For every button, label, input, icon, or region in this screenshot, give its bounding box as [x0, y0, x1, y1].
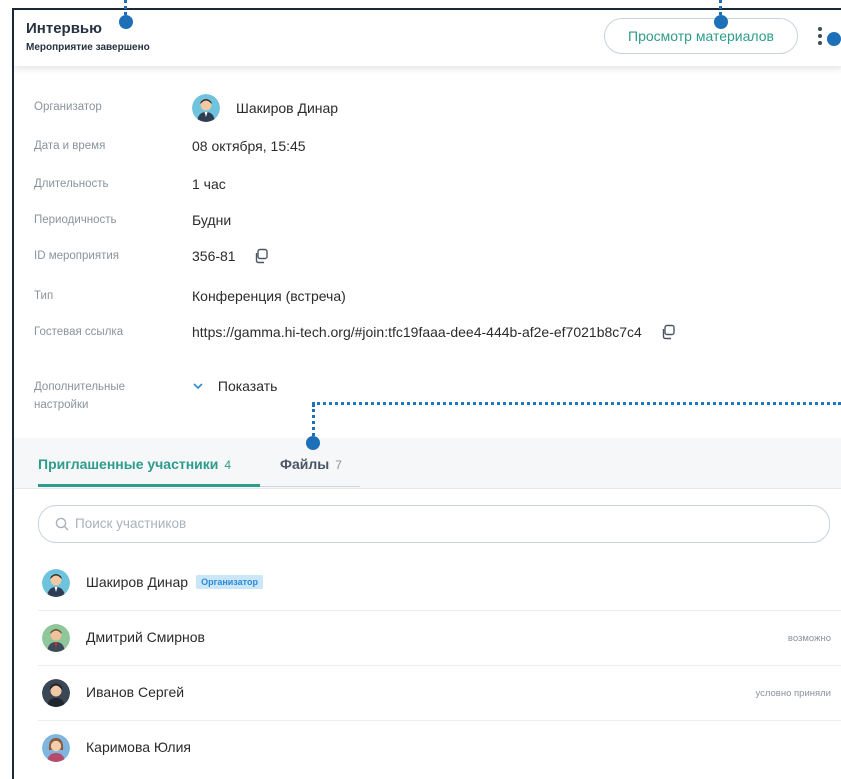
- tab-divider: [260, 486, 360, 487]
- participant-row[interactable]: Дмитрий Смирнов возможно: [38, 611, 841, 666]
- show-settings-label: Показать: [217, 378, 278, 394]
- participant-name: Каримова Юлия: [86, 739, 191, 755]
- duration-value: 1 час: [192, 176, 226, 192]
- participant-name: Дмитрий Смирнов: [86, 629, 205, 645]
- marker-dot: [827, 32, 841, 46]
- view-materials-button[interactable]: Просмотр материалов: [604, 18, 798, 54]
- participant-row[interactable]: Шакиров Динар Организатор: [38, 556, 841, 611]
- participant-row[interactable]: Каримова Юлия: [38, 721, 841, 775]
- tab-invited-label: Приглашенные участники: [38, 456, 219, 472]
- event-id-value: 356-81: [192, 248, 236, 265]
- extra-settings-label: Дополнительные настройки: [34, 378, 184, 414]
- search-icon: [55, 517, 69, 536]
- avatar: [42, 734, 70, 762]
- extra-settings-label-line1: Дополнительные: [34, 381, 126, 393]
- show-settings-toggle[interactable]: Показать: [192, 378, 277, 394]
- event-id-label: ID мероприятия: [34, 250, 119, 262]
- chevron-down-icon: [192, 378, 208, 394]
- tab-files[interactable]: Файлы 7: [280, 456, 342, 472]
- event-title: Интервью: [26, 20, 102, 37]
- organizer-badge: Организатор: [196, 575, 263, 589]
- recurrence-label: Периодичность: [34, 214, 117, 226]
- tabs-bar: Приглашенные участники 4 Файлы 7: [14, 438, 841, 489]
- participant-status: условно приняли: [755, 688, 831, 699]
- copy-icon[interactable]: [253, 248, 269, 267]
- organizer-name[interactable]: Шакиров Динар: [236, 100, 338, 116]
- event-status: Мероприятие завершено: [26, 42, 150, 53]
- tab-files-count: 7: [335, 458, 342, 472]
- guest-link-value[interactable]: https://gamma.hi-tech.org/#join:tfc19faa…: [192, 324, 642, 340]
- datetime-value: 08 октября, 15:45: [192, 138, 306, 154]
- datetime-label: Дата и время: [34, 140, 106, 152]
- participant-status: возможно: [787, 633, 831, 644]
- marker-stem: [124, 0, 127, 15]
- event-panel: Интервью Мероприятие завершено Просмотр …: [12, 8, 841, 779]
- tab-invited-participants[interactable]: Приглашенные участники 4: [38, 456, 231, 472]
- more-vertical-icon[interactable]: [818, 27, 822, 47]
- recurrence-value: Будни: [192, 212, 232, 228]
- participant-search-input[interactable]: Поиск участников: [38, 505, 830, 543]
- avatar: [42, 624, 70, 652]
- duration-label: Длительность: [34, 178, 109, 190]
- event-id-field: 356-81: [192, 248, 269, 267]
- participant-name: Иванов Сергей: [86, 684, 185, 700]
- avatar: [42, 569, 70, 597]
- marker-dot: [714, 15, 728, 29]
- type-value: Конференция (встреча): [192, 288, 346, 304]
- guest-link-field: https://gamma.hi-tech.org/#join:tfc19faa…: [192, 324, 676, 343]
- tab-invited-count: 4: [224, 458, 232, 472]
- guest-link-label: Гостевая ссылка: [34, 326, 124, 338]
- avatar: [192, 94, 220, 122]
- participant-row[interactable]: Иванов Сергей условно приняли: [38, 666, 841, 721]
- tab-files-label: Файлы: [280, 456, 330, 472]
- marker-line: [312, 402, 841, 405]
- participant-name-field: Шакиров Динар Организатор: [86, 574, 263, 590]
- copy-icon[interactable]: [660, 324, 676, 343]
- organizer-label: Организатор: [34, 101, 102, 113]
- active-tab-indicator: [38, 484, 260, 487]
- marker-stem: [719, 0, 722, 15]
- type-label: Тип: [34, 290, 54, 302]
- marker-dot: [306, 436, 320, 450]
- avatar: [42, 679, 70, 707]
- marker-dot: [119, 15, 133, 29]
- participant-name: Шакиров Динар: [86, 574, 189, 590]
- extra-settings-label-line2: настройки: [34, 399, 89, 411]
- search-placeholder: Поиск участников: [75, 516, 187, 531]
